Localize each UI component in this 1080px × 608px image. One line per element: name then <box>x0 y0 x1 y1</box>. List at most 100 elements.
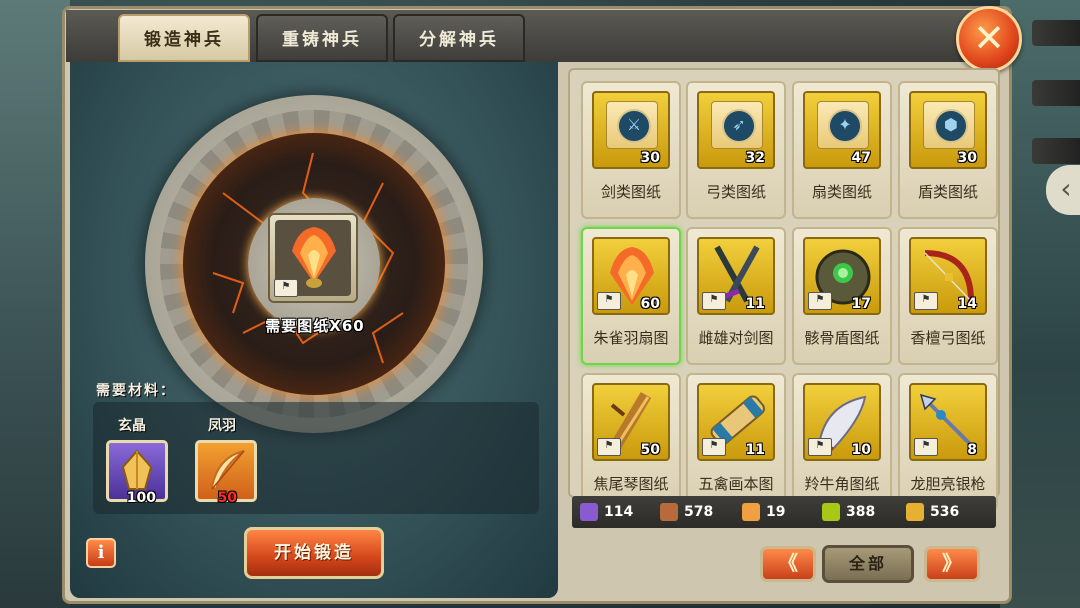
tab-forge[interactable]: 锻造神兵 <box>118 14 250 62</box>
item-count: 32 <box>745 150 765 166</box>
resource-value: 114 <box>604 504 634 520</box>
resource-counter: 114 <box>580 496 633 528</box>
blueprint-tag-icon: ⚑ <box>702 438 726 456</box>
item-name: 焦尾琴图纸 <box>593 475 669 493</box>
resource-value: 19 <box>766 504 786 520</box>
tab-reforge[interactable]: 重铸神兵 <box>256 14 388 62</box>
item-name: 骸骨盾图纸 <box>804 329 880 347</box>
item-name: 弓类图纸 <box>705 183 766 201</box>
blueprint-tag-icon: ⚑ <box>808 438 832 456</box>
scroll-emblem-icon: ⬢ <box>934 109 968 143</box>
blueprint-icon: ⬢ 30 <box>909 91 987 169</box>
side-menu-tab[interactable] <box>1032 20 1080 46</box>
item-name: 朱雀羽扇图 <box>593 329 669 347</box>
selected-blueprint-slot[interactable]: ⚑ <box>268 213 358 303</box>
blueprint-item[interactable]: ⚔ 30 剑类图纸 <box>581 81 681 219</box>
blueprint-item[interactable]: ⬢ 30 盾类图纸 <box>898 81 998 219</box>
item-count: 10 <box>851 442 871 458</box>
blueprint-tag-icon: ⚑ <box>914 438 938 456</box>
item-count: 47 <box>851 150 871 166</box>
crystal-icon <box>580 503 598 521</box>
start-forge-button[interactable]: 开始锻造 <box>244 527 384 579</box>
helmet-icon <box>822 503 840 521</box>
blueprint-item[interactable]: ⚑ 17 骸骨盾图纸 <box>792 227 892 365</box>
item-name: 扇类图纸 <box>811 183 872 201</box>
blueprint-item[interactable]: ➶ 32 弓类图纸 <box>686 81 786 219</box>
next-page-button[interactable]: 》 <box>924 546 980 582</box>
blueprint-icon: ✦ 47 <box>803 91 881 169</box>
item-count: 14 <box>957 296 977 312</box>
info-button[interactable]: i <box>86 538 116 568</box>
item-count: 11 <box>745 442 765 458</box>
item-count: 17 <box>851 296 871 312</box>
resource-counter: 578 <box>660 496 713 528</box>
resource-counter: 19 <box>742 496 785 528</box>
item-name: 剑类图纸 <box>600 183 661 201</box>
item-count: 11 <box>745 296 765 312</box>
prev-page-button[interactable]: 《 <box>760 546 816 582</box>
blueprint-tag-icon: ⚑ <box>702 292 726 310</box>
blueprint-tag-icon: ⚑ <box>274 279 298 297</box>
blueprint-icon: ⚑ 60 <box>592 237 670 315</box>
item-count: 8 <box>967 442 977 458</box>
item-name: 五禽画本图 <box>698 475 774 493</box>
material-count: 50 <box>217 490 237 506</box>
gold-feather-icon <box>906 503 924 521</box>
item-count: 30 <box>640 150 660 166</box>
scroll-emblem-icon: ➶ <box>722 109 756 143</box>
blueprint-icon: ⚑ 10 <box>803 383 881 461</box>
blueprint-item[interactable]: ⚑ 14 香檀弓图纸 <box>898 227 998 365</box>
blueprint-tag-icon: ⚑ <box>808 292 832 310</box>
wood-icon <box>660 503 678 521</box>
item-name: 雌雄对剑图 <box>698 329 774 347</box>
close-button[interactable]: ✕ <box>956 6 1022 72</box>
blueprint-icon: ⚑ 50 <box>592 383 670 461</box>
resource-value: 536 <box>930 504 960 520</box>
blueprint-item[interactable]: ⚑ 60 朱雀羽扇图 <box>581 227 681 365</box>
feather-icon <box>742 503 760 521</box>
item-count: 50 <box>640 442 660 458</box>
blueprint-item[interactable]: ⚑ 11 雌雄对剑图 <box>686 227 786 365</box>
item-count: 30 <box>957 150 977 166</box>
blueprint-item[interactable]: ⚑ 10 羚牛角图纸 <box>792 373 892 511</box>
resource-counter: 536 <box>906 496 959 528</box>
side-menu-tab[interactable] <box>1032 138 1080 164</box>
resource-value: 388 <box>846 504 876 520</box>
resource-counter: 388 <box>822 496 875 528</box>
item-count: 60 <box>640 296 660 312</box>
blueprint-tag-icon: ⚑ <box>597 292 621 310</box>
resource-value: 578 <box>684 504 714 520</box>
blueprint-tag-icon: ⚑ <box>914 292 938 310</box>
item-name: 香檀弓图纸 <box>910 329 986 347</box>
material-name: 玄晶 <box>118 418 146 434</box>
scroll-icon: ✦ <box>817 101 869 149</box>
blueprint-item[interactable]: ⚑ 50 焦尾琴图纸 <box>581 373 681 511</box>
scroll-icon: ⬢ <box>923 101 975 149</box>
scroll-icon: ➶ <box>711 101 763 149</box>
scroll-icon: ⚔ <box>606 101 658 149</box>
blueprint-item[interactable]: ⚑ 11 五禽画本图 <box>686 373 786 511</box>
item-name: 羚牛角图纸 <box>804 475 880 493</box>
required-blueprint-text: 需要图纸X60 <box>265 317 365 335</box>
blueprint-icon: ⚑ 8 <box>909 383 987 461</box>
material-count: 100 <box>126 490 156 506</box>
blueprint-icon: ⚑ 11 <box>697 237 775 315</box>
side-menu-tab[interactable] <box>1032 80 1080 106</box>
material-name: 凤羽 <box>208 418 236 434</box>
blueprint-item[interactable]: ⚑ 8 龙胆亮银枪 <box>898 373 998 511</box>
tab-decompose[interactable]: 分解神兵 <box>393 14 525 62</box>
item-name: 龙胆亮银枪 <box>910 475 986 493</box>
blueprint-item[interactable]: ✦ 47 扇类图纸 <box>792 81 892 219</box>
item-name: 盾类图纸 <box>917 183 978 201</box>
blueprint-icon: ⚑ 17 <box>803 237 881 315</box>
background-left <box>0 0 70 608</box>
blueprint-icon: ➶ 32 <box>697 91 775 169</box>
blueprint-tag-icon: ⚑ <box>597 438 621 456</box>
scroll-emblem-icon: ✦ <box>828 109 862 143</box>
close-icon: ✕ <box>973 16 1005 60</box>
scroll-emblem-icon: ⚔ <box>617 109 651 143</box>
blueprint-icon: ⚑ 11 <box>697 383 775 461</box>
materials-label: 需要材料： <box>96 383 176 399</box>
filter-all-button[interactable]: 全部 <box>822 545 914 583</box>
blueprint-icon: ⚑ 14 <box>909 237 987 315</box>
